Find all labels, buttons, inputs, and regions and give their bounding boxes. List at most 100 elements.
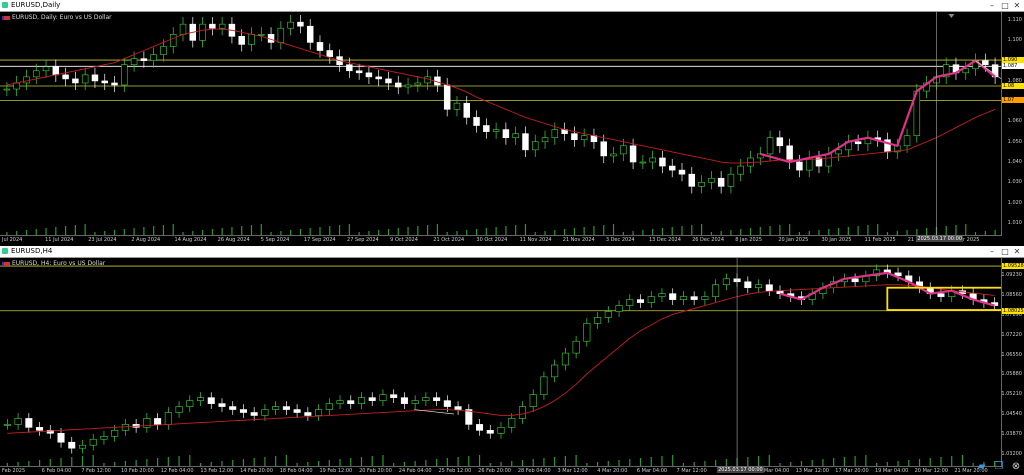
candle-body [347,400,355,404]
folder-icon[interactable]: ▰ [976,461,988,473]
candle-body [639,161,647,164]
volume-bar [505,226,507,235]
candle-body [583,323,591,342]
candle-body [52,66,60,76]
candle-body [698,181,705,187]
time-tick-label: 27 Sep 2024 [347,237,379,243]
candle-body [659,157,666,167]
daily-plot-area[interactable]: EURUSD, Daily: Euro vs US Dollar 1.110 1.… [0,12,1024,244]
time-tick-label: 28 Feb 04:00 [517,468,551,474]
candle-body [629,145,637,163]
volume-bar [133,228,135,235]
volume-bar [951,456,953,466]
h4-window-titlebar[interactable]: EURUSD,H4 – □ ✕ [0,246,1024,258]
price-tick-label: 1.03870 [1001,431,1022,438]
volume-bar [264,457,266,466]
volume-bar [153,226,155,235]
volume-bar [573,228,575,235]
candle-body [33,70,40,78]
candle-body [463,102,470,118]
time-tick-label: 11 Nov 2024 [519,237,552,243]
volume-bar [427,225,429,235]
time-tick-label: 26 Aug 2024 [217,237,250,243]
close-button[interactable]: ✕ [1011,0,1023,11]
minimize-button[interactable]: – [986,246,998,257]
volume-bar [436,459,438,466]
candle-body [512,133,519,138]
candle-body [572,340,580,354]
volume-bar [143,227,145,235]
candle-body [422,397,430,401]
volume-bar [436,224,439,235]
candle-body [722,278,730,286]
time-tick-label: 11 Feb 2025 [864,237,896,243]
candle-body [36,427,44,431]
close-button[interactable]: ✕ [1011,246,1023,257]
tray-icons: ▰ ❐ ⊗ [974,461,1022,473]
volume-bar [789,224,791,235]
volume-bar [157,458,159,466]
candle-body [91,74,99,82]
candle-body [744,281,752,289]
candle-body [218,23,226,29]
volume-bar [575,455,577,466]
candle-body [23,76,30,84]
maximize-button[interactable]: □ [999,246,1011,257]
candle-body [13,82,20,90]
candle-body [679,296,687,300]
daily-time-axis[interactable]: Jul 2024 11 Jul 2024 23 Jul 2024 2 Aug 2024… [0,235,1002,244]
candle-body [610,153,617,157]
time-tick-label: 26 Feb 20:00 [478,468,511,474]
window-icon[interactable]: ❐ [993,461,1005,473]
candle-body [765,284,773,291]
candle-body [395,82,402,88]
candle-body [365,72,373,78]
price-tick-label: 1.09230 [1001,271,1022,278]
volume-bar [822,459,824,466]
maximize-button[interactable]: □ [999,0,1011,11]
volume-bar [955,225,957,235]
candle-body [522,133,529,151]
close-icon[interactable]: ⊗ [1010,461,1022,473]
volume-bar [639,458,642,466]
candle-body [57,433,65,443]
candle-body [497,427,505,434]
volume-bar [348,224,350,235]
price-level-tag: 1.08 [1002,82,1024,89]
volume-bar [162,225,165,235]
time-tick-label: 14 Feb 20:00 [240,468,273,474]
price-tick-label: 1.05880 [1001,371,1022,378]
chart-window-icon [2,2,8,8]
candle-body [561,352,569,366]
volume-bar [554,457,556,466]
candle-body [175,406,183,413]
price-tick-label: 1.07220 [1001,331,1022,338]
candle-body [454,406,462,410]
volume-bar [241,226,243,235]
volume-bar [74,225,76,235]
volume-bar [253,458,255,466]
daily-chart-svg[interactable] [0,12,1024,244]
h4-plot-area[interactable]: EURUSD, H4: Euro vs US Dollar 1.09230 1.0… [0,258,1024,475]
candle-body [620,145,627,155]
candle-body [62,74,69,80]
candle-body [540,376,548,395]
minimize-button[interactable]: – [986,0,998,11]
h4-price-axis[interactable]: 1.09230 1.08560 1.07890 1.07220 1.06550 1.058… [1001,258,1024,466]
candle-body [854,141,862,145]
price-tick-label: 1.05210 [1001,391,1022,398]
candle-body [647,296,655,303]
h4-chart-svg[interactable] [0,258,1024,475]
daily-window-titlebar[interactable]: EURUSD,Daily – □ ✕ [0,0,1024,12]
candle-body [483,125,490,132]
eu-flag-icon [2,15,10,20]
volume-bar [167,457,169,466]
h4-time-axis[interactable]: Feb 2025 6 Feb 04:00 7 Feb 12:00 10 Feb 20:… [0,466,1002,475]
volume-bar [700,224,703,235]
chart-window-icon [2,248,8,254]
candle-body [272,406,280,410]
daily-price-axis[interactable]: 1.1101.1001.0901.0801.0701.0601.0501.040… [1001,12,1024,235]
volume-bar [457,457,459,466]
volume-bar [417,226,419,235]
candle-body [78,444,87,449]
